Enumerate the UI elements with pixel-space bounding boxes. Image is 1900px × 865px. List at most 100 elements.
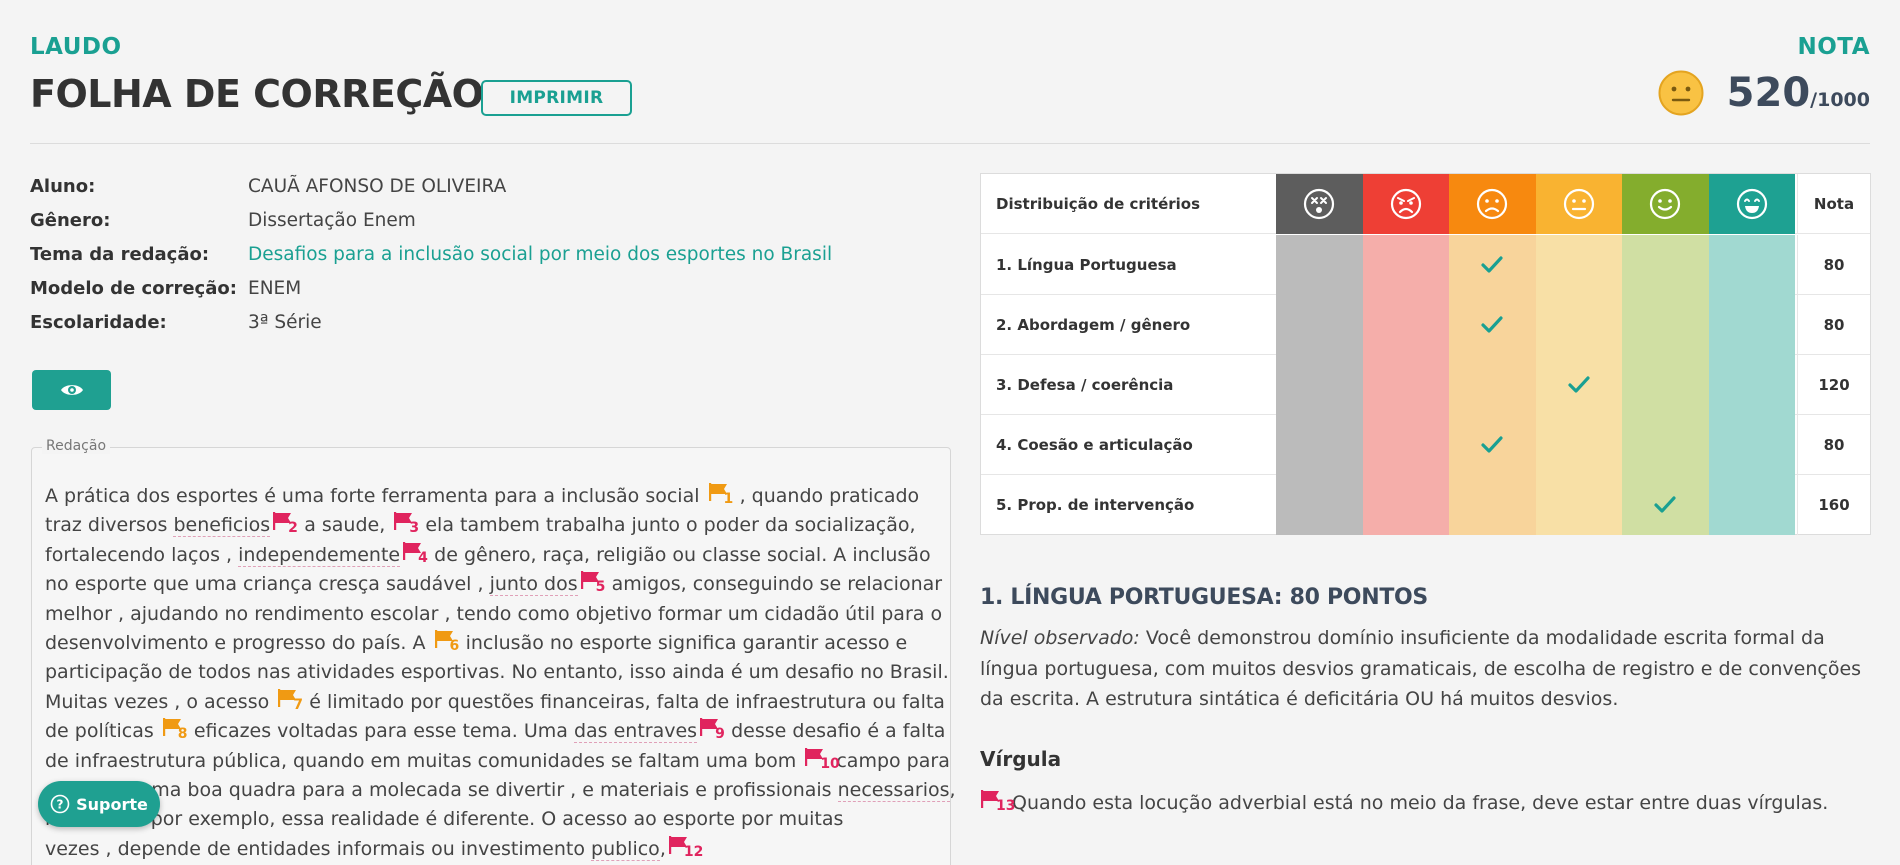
essay-fragment: eficazes voltadas para esse tema. Uma — [187, 720, 574, 743]
essay-line: traz diversos beneficios 2 a saude, 3 ela… — [45, 511, 945, 540]
grade-value: 520/1000 — [1727, 70, 1870, 116]
essay-fragment: a saude, — [298, 514, 392, 537]
help-icon: ? — [50, 794, 70, 814]
print-button[interactable]: IMPRIMIR — [481, 80, 632, 116]
criteria-level-cell — [1535, 235, 1622, 295]
criteria-header-row: Distribuição de critérios Nota — [981, 174, 1870, 234]
marked-word: das entraves — [573, 720, 698, 744]
criteria-level-cell — [1449, 355, 1536, 415]
criteria-label: 1. Língua Portuguesa — [996, 256, 1177, 274]
page-title: FOLHA DE CORREÇÃO — [30, 72, 484, 116]
criteria-table: Distribuição de critérios Nota 1. Língua… — [980, 173, 1871, 535]
essay-text: A prática dos esportes é uma forte ferra… — [45, 482, 956, 864]
criteria-level-cell — [1362, 235, 1449, 295]
flag-number: 2 — [288, 520, 298, 537]
criteria-label: 2. Abordagem / gênero — [996, 316, 1191, 334]
flag-number: 8 — [177, 726, 188, 743]
criteria-level-cell — [1622, 415, 1709, 475]
essay-legend: Redação — [42, 438, 111, 454]
flag-icon[interactable]: 6 — [434, 629, 460, 654]
essay-line: ros nobres por exemplo, essa realidade é… — [45, 805, 945, 834]
info-label: Aluno: — [30, 176, 96, 197]
essay-line: de políticas 8 eficazes voltadas para es… — [45, 717, 945, 746]
criteria-score: 80 — [1797, 235, 1870, 295]
grade-score: 520 — [1726, 70, 1811, 116]
essay-fragment: desse desafio é a falta — [725, 720, 946, 743]
essay-fragment: no esporte que uma criança cresça saudáv… — [45, 573, 490, 596]
flag-icon[interactable]: 1 — [708, 482, 734, 507]
flag-number: 5 — [595, 579, 606, 596]
criteria-level-cell — [1362, 475, 1449, 535]
marked-word: publico — [591, 837, 660, 861]
info-label: Modelo de correção: — [30, 278, 237, 299]
flag-icon[interactable]: 4 — [402, 541, 428, 565]
grade-max: /1000 — [1810, 89, 1870, 111]
flag-icon[interactable]: 2 — [272, 511, 298, 537]
level-header-2 — [1449, 174, 1536, 234]
info-label: Tema da redação: — [30, 244, 210, 265]
flag-number: 12 — [683, 843, 704, 860]
flag-icon[interactable]: 5 — [580, 570, 606, 596]
criteria-level-cell — [1276, 475, 1363, 535]
criteria-score: 120 — [1797, 355, 1870, 415]
info-value: ENEM — [248, 278, 302, 299]
essay-fragment: ros nobres por exemplo, essa realidade é… — [45, 808, 844, 831]
flag-number: 1 — [723, 491, 734, 507]
essay-line: desenvolvimento e progresso do país. A 6… — [45, 629, 945, 658]
criteria-level-cell — [1276, 415, 1363, 475]
flag-icon[interactable]: 3 — [393, 511, 420, 537]
essay-line: vezes , depende de entidades informais o… — [45, 835, 945, 864]
grade-label: NOTA — [1797, 34, 1870, 60]
flag-icon[interactable]: 7 — [277, 688, 303, 712]
support-label: Suporte — [76, 794, 148, 814]
student-info: Aluno: CAUÃ AFONSO DE OLIVEIRA Gênero: Dis… — [30, 176, 930, 346]
flag-icon[interactable]: 9 — [699, 717, 725, 741]
level-header-3 — [1535, 174, 1622, 234]
essay-fragment: se jogar , uma boa quadra para a molecad… — [45, 778, 838, 801]
flag-number: 6 — [449, 637, 460, 654]
flag-icon[interactable]: 13 — [980, 789, 1015, 813]
essay-fragment: ela tambem trabalha junto o poder da soc… — [419, 514, 916, 537]
info-value: CAUÃ AFONSO DE OLIVEIRA — [248, 176, 507, 197]
theme-link[interactable]: Desafios para a inclusão social por meio… — [248, 244, 832, 265]
flag-icon[interactable]: 8 — [162, 717, 188, 743]
criteria-row: 1. Língua Portuguesa 80 — [981, 235, 1870, 295]
criteria-level-cell — [1622, 355, 1709, 415]
support-button[interactable]: ? Suporte — [38, 781, 160, 827]
essay-fragment: de infraestrutura pública, quando em mui… — [45, 749, 803, 772]
criteria-level-cell — [1449, 295, 1536, 355]
criteria-level-cell — [1535, 415, 1622, 475]
level-header-0 — [1276, 174, 1363, 234]
check-icon — [1481, 256, 1503, 273]
svg-text:?: ? — [57, 798, 64, 812]
flag-icon[interactable]: 10 — [804, 747, 840, 771]
check-icon — [1481, 316, 1503, 333]
criteria-score: 160 — [1797, 475, 1870, 535]
angry-face-icon — [1390, 188, 1421, 220]
check-icon — [1481, 436, 1503, 453]
criteria-level-cell — [1276, 355, 1363, 415]
criteria-level-cell — [1362, 415, 1449, 475]
section-title: 1. LÍNGUA PORTUGUESA: 80 PONTOS — [980, 585, 1428, 610]
flag-icon[interactable]: 12 — [668, 835, 703, 859]
criteria-level-cell — [1708, 415, 1795, 475]
essay-fragment: de gênero, raça, religião ou classe soci… — [428, 543, 931, 566]
essay-fragment: desenvolvimento e progresso do país. A — [45, 631, 432, 654]
criteria-level-cell — [1362, 295, 1449, 355]
essay-line: melhor , ajudando no rendimento escolar … — [45, 600, 945, 629]
criteria-level-cell — [1622, 475, 1709, 535]
essay-line: fortalecendo laços , independemente 4 de … — [45, 541, 945, 570]
neutral-face-icon — [1658, 70, 1704, 116]
essay-fragment: fortalecendo laços , — [45, 543, 239, 566]
level-header-5 — [1708, 174, 1795, 234]
info-row-student: Aluno: CAUÃ AFONSO DE OLIVEIRA — [30, 176, 930, 210]
marked-word: independemente — [238, 543, 401, 567]
level-header-4 — [1622, 174, 1709, 234]
info-row-schooling: Escolaridade: 3ª Série — [30, 312, 930, 346]
view-button[interactable] — [32, 370, 111, 410]
criteria-row: 3. Defesa / coerência 120 — [981, 355, 1870, 415]
flag-number: 3 — [409, 520, 420, 537]
essay-fragment: , — [659, 837, 666, 860]
comment-text: Quando esta locução adverbial está no me… — [1012, 792, 1829, 814]
essay-fragment: de políticas — [45, 720, 160, 743]
